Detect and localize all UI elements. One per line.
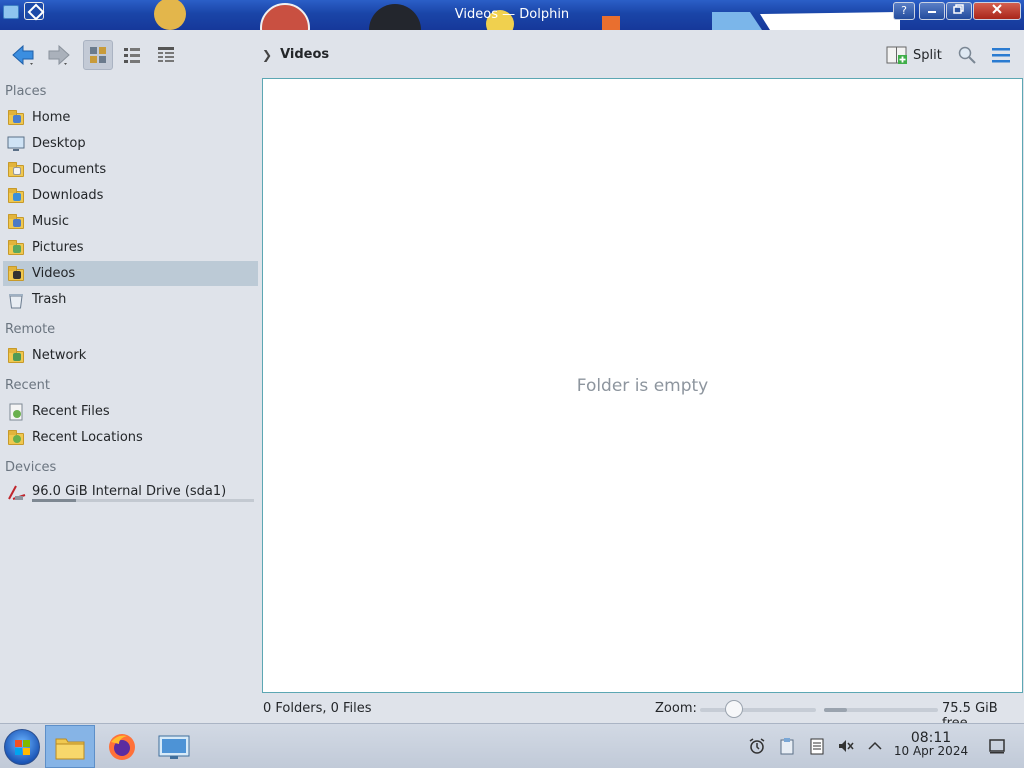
place-music[interactable]: Music	[3, 209, 258, 234]
breadcrumb-current[interactable]: Videos	[280, 47, 329, 62]
place-downloads[interactable]: Downloads	[3, 183, 258, 208]
videos-folder-icon	[7, 265, 25, 283]
start-menu-button[interactable]	[4, 729, 40, 765]
status-bar: 0 Folders, 0 Files Zoom: 75.5 GiB free	[0, 697, 1024, 731]
hamburger-menu-icon	[992, 48, 1010, 63]
recent-files-icon	[7, 403, 25, 421]
remote-section-title: Remote	[5, 322, 56, 337]
place-desktop[interactable]: Desktop	[3, 131, 258, 156]
minimize-icon	[928, 11, 936, 13]
close-icon	[992, 4, 1002, 14]
taskbar: 08:11 10 Apr 2024	[0, 723, 1024, 768]
back-button[interactable]	[9, 40, 39, 70]
firefox-icon	[109, 733, 135, 760]
place-label: Downloads	[32, 188, 104, 203]
trash-icon	[7, 291, 25, 309]
place-pictures[interactable]: Pictures	[3, 235, 258, 260]
icons-view-icon	[90, 47, 106, 63]
toolbar: ❯ Videos Split	[0, 30, 1024, 78]
place-recent-files[interactable]: Recent Files	[3, 399, 258, 424]
network-folder-icon	[7, 347, 25, 365]
home-folder-icon	[7, 109, 25, 127]
search-button[interactable]	[952, 40, 982, 70]
chevron-up-icon[interactable]	[866, 737, 884, 755]
close-button[interactable]	[973, 2, 1021, 20]
taskbar-app-file-manager[interactable]	[45, 725, 95, 768]
free-space-bar	[824, 708, 938, 712]
desktop-icon	[7, 135, 25, 153]
drive-usage-bar	[32, 499, 254, 502]
split-view-icon	[886, 46, 907, 64]
drive-icon	[7, 483, 26, 501]
place-trash[interactable]: Trash	[3, 287, 258, 312]
device-label: 96.0 GiB Internal Drive (sda1)	[32, 484, 227, 499]
place-label: Videos	[32, 266, 76, 281]
places-panel: Places Home Desktop Documents Downloads …	[0, 78, 260, 692]
recent-locations-icon	[7, 429, 25, 447]
pictures-folder-icon	[7, 239, 25, 257]
minimize-button[interactable]	[919, 2, 945, 20]
clock[interactable]: 08:11 10 Apr 2024	[893, 731, 969, 758]
breadcrumb[interactable]: ❯ Videos	[262, 47, 329, 62]
split-label: Split	[913, 47, 942, 63]
file-manager-icon	[55, 738, 85, 759]
place-label: Trash	[32, 292, 67, 307]
forward-arrow-icon	[48, 44, 70, 66]
search-icon	[958, 46, 976, 64]
window-title: Videos — Dolphin	[454, 7, 570, 22]
drive-usage-fill	[32, 499, 77, 502]
icons-view-button[interactable]	[83, 40, 113, 70]
place-label: Recent Files	[32, 404, 110, 419]
recent-section-title: Recent	[5, 378, 50, 393]
forward-button[interactable]	[43, 40, 73, 70]
chevron-right-icon[interactable]: ❯	[262, 48, 272, 62]
zoom-label: Zoom:	[655, 701, 697, 716]
place-label: Desktop	[32, 136, 86, 151]
empty-folder-message: Folder is empty	[576, 376, 709, 396]
maximize-button[interactable]	[946, 2, 972, 20]
places-section-title: Places	[5, 84, 47, 99]
clipboard-icon[interactable]	[778, 737, 796, 755]
zoom-slider-handle[interactable]	[724, 700, 743, 718]
downloads-folder-icon	[7, 187, 25, 205]
volume-muted-icon[interactable]	[837, 737, 855, 755]
place-label: Recent Locations	[32, 430, 143, 445]
place-label: Home	[32, 110, 71, 125]
taskbar-app-firefox[interactable]	[97, 725, 147, 768]
place-label: Music	[32, 214, 69, 229]
show-desktop-icon[interactable]	[988, 737, 1006, 755]
clock-date: 10 Apr 2024	[893, 744, 969, 758]
split-button[interactable]: Split	[886, 44, 942, 66]
devices-section-title: Devices	[5, 460, 57, 475]
place-label: Documents	[32, 162, 107, 177]
place-label: Pictures	[32, 240, 84, 255]
place-videos[interactable]: Videos	[3, 261, 258, 286]
compact-view-button[interactable]	[117, 40, 147, 70]
place-home[interactable]: Home	[3, 105, 258, 130]
windows-logo-icon	[15, 740, 30, 755]
system-settings-icon	[158, 735, 190, 759]
status-summary: 0 Folders, 0 Files	[263, 701, 372, 716]
zoom-slider[interactable]	[700, 708, 816, 712]
alarm-clock-icon[interactable]	[748, 737, 766, 755]
documents-folder-icon	[7, 161, 25, 179]
place-network[interactable]: Network	[3, 343, 258, 368]
file-view[interactable]: Folder is empty	[262, 78, 1023, 693]
notes-icon[interactable]	[808, 737, 826, 755]
music-folder-icon	[7, 213, 25, 231]
details-view-button[interactable]	[151, 40, 181, 70]
taskbar-app-system-settings[interactable]	[149, 725, 199, 768]
place-label: Network	[32, 348, 87, 363]
hamburger-menu-button[interactable]	[986, 40, 1016, 70]
place-documents[interactable]: Documents	[3, 157, 258, 182]
back-arrow-icon	[12, 44, 34, 66]
window-titlebar[interactable]: Videos — Dolphin ?	[0, 0, 1024, 30]
restore-icon	[953, 4, 964, 14]
place-recent-locations[interactable]: Recent Locations	[3, 425, 258, 450]
help-button[interactable]: ?	[893, 2, 915, 20]
used-space-fill	[824, 708, 847, 712]
compact-view-icon	[124, 48, 140, 63]
details-view-icon	[158, 47, 174, 62]
